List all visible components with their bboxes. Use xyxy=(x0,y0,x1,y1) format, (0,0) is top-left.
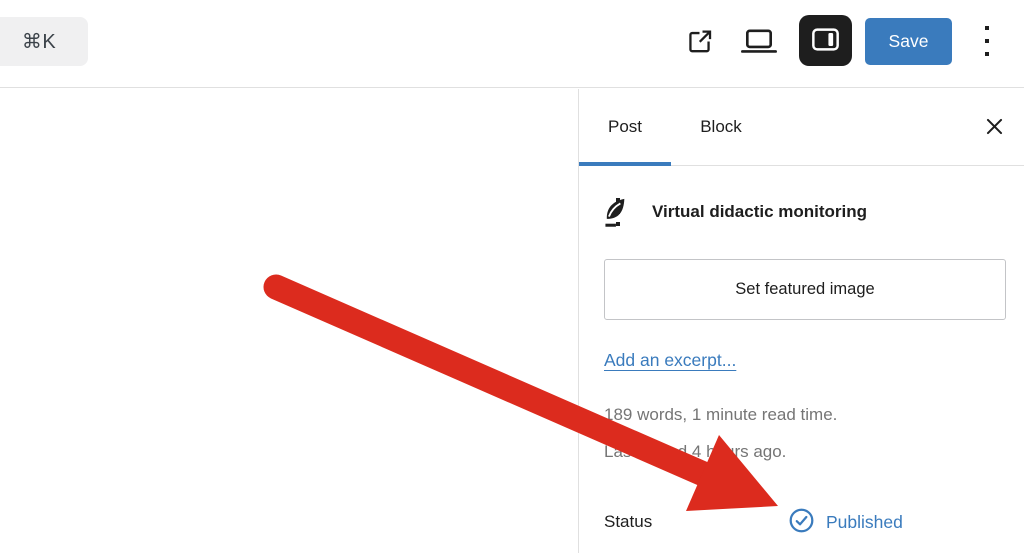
close-sidebar-button[interactable] xyxy=(978,112,1010,144)
word-count-text: 189 words, 1 minute read time. xyxy=(604,405,838,424)
check-circle-icon xyxy=(788,507,815,537)
external-link-icon xyxy=(685,27,714,59)
laptop-icon xyxy=(740,28,778,58)
preview-button[interactable] xyxy=(733,20,785,66)
set-featured-image-label: Set featured image xyxy=(735,280,875,298)
view-post-button[interactable] xyxy=(676,20,722,66)
close-icon xyxy=(985,117,1004,139)
status-row: Status Published xyxy=(604,507,1002,537)
tab-post-label: Post xyxy=(607,117,643,136)
post-actions-menu-button[interactable] xyxy=(601,192,635,232)
status-label: Status xyxy=(604,512,653,531)
save-button-label: Save xyxy=(888,31,929,51)
tab-block-label: Block xyxy=(700,117,742,136)
editor-top-bar: ⌘K Save xyxy=(0,0,1024,88)
status-value: Published xyxy=(826,511,903,532)
post-title: Virtual didactic monitoring xyxy=(652,202,868,221)
settings-sidebar: Post Block Virtual didactic monitoring S… xyxy=(578,89,1024,553)
set-featured-image-button[interactable]: Set featured image xyxy=(604,259,1006,320)
tab-block[interactable]: Block xyxy=(671,89,771,165)
last-edited-text: Last edited 4 hours ago. xyxy=(604,442,787,461)
kebab-menu-icon xyxy=(985,26,989,56)
tab-post[interactable]: Post xyxy=(579,89,671,166)
add-excerpt-link[interactable]: Add an excerpt... xyxy=(604,350,736,371)
save-button[interactable]: Save xyxy=(865,18,952,65)
sidebar-panel-icon xyxy=(812,27,839,54)
post-summary-card: Virtual didactic monitoring xyxy=(601,191,1010,233)
command-palette-button[interactable]: ⌘K xyxy=(0,17,88,66)
sidebar-tabs: Post Block xyxy=(579,89,1024,166)
kebab-menu-icon xyxy=(616,198,620,226)
post-status-button[interactable]: Published xyxy=(788,507,903,537)
settings-sidebar-toggle-button[interactable] xyxy=(799,15,852,66)
options-menu-button[interactable] xyxy=(970,17,1004,65)
command-palette-label: ⌘K xyxy=(21,31,57,53)
